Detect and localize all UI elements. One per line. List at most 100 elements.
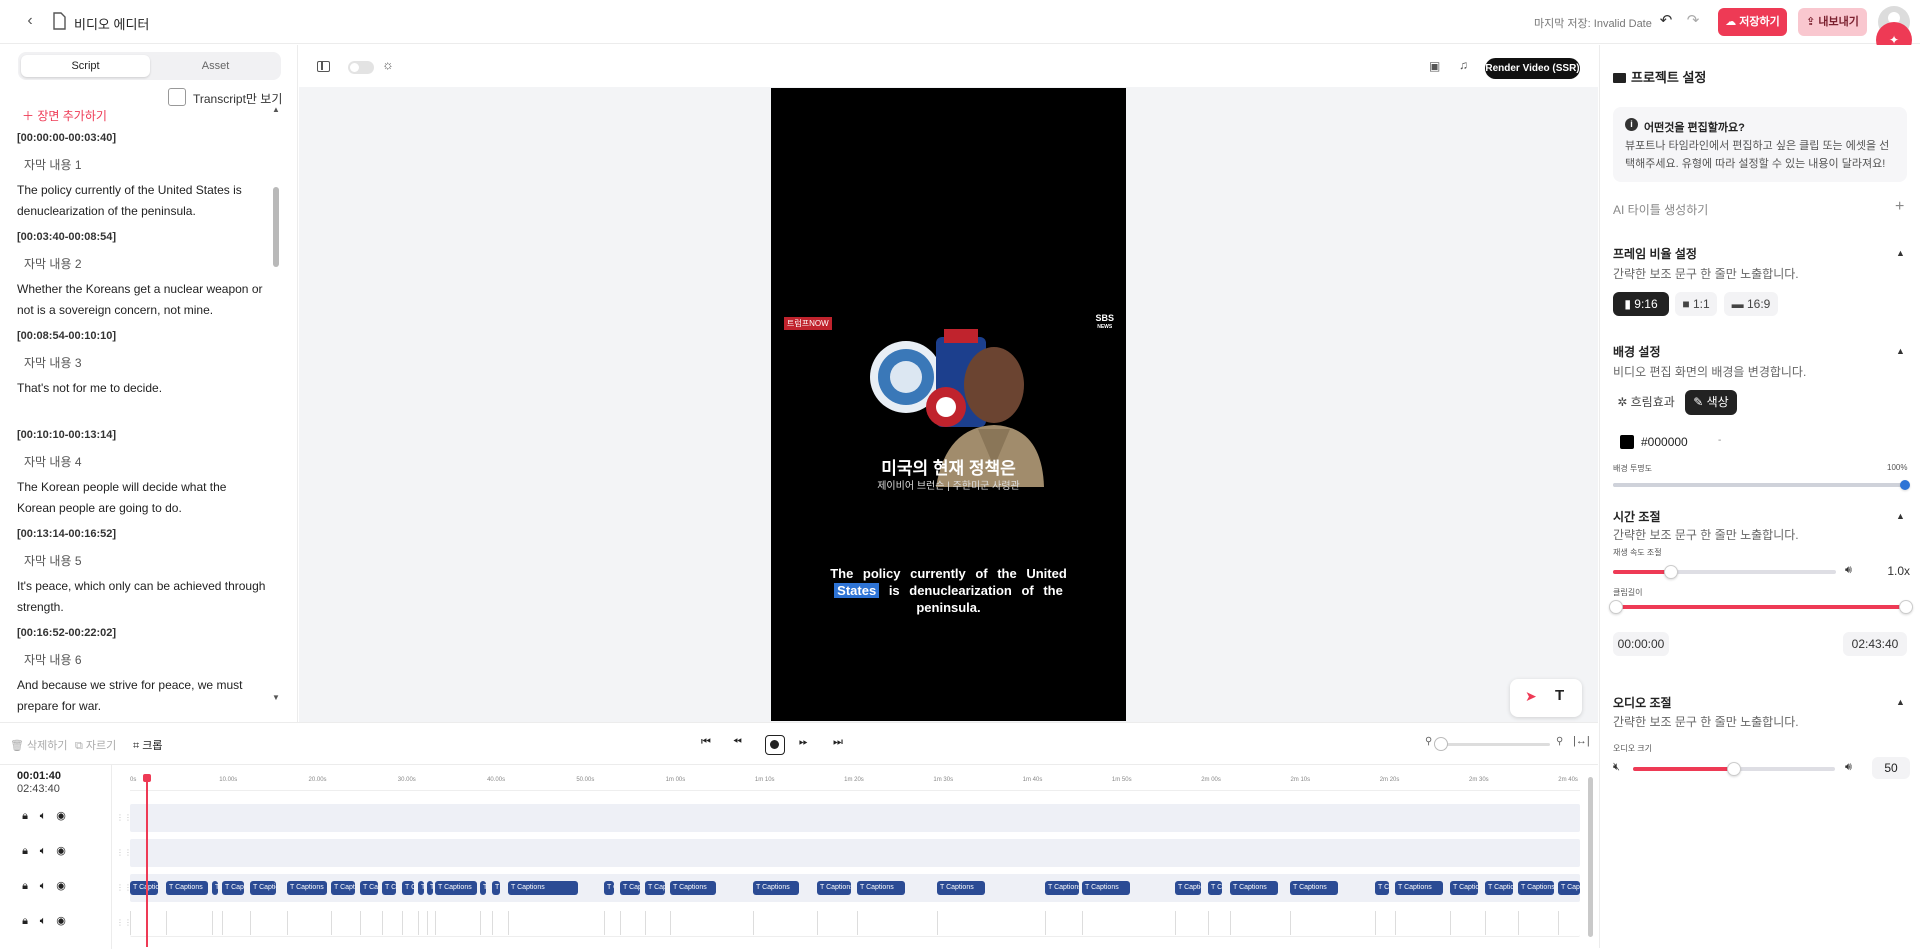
caption-clip[interactable]: T Captions — [492, 881, 500, 895]
audio-track[interactable] — [130, 909, 1580, 937]
add-scene-button[interactable]: ＋ 장면 추가하기 — [22, 107, 107, 124]
caption-clip[interactable]: T Captions — [1175, 881, 1201, 895]
slider-knob-start[interactable] — [1609, 600, 1623, 614]
scene-subtitle[interactable]: 자막 내용 3 — [24, 354, 267, 372]
track-row[interactable] — [130, 839, 1580, 867]
caption-clip[interactable]: T Captions — [427, 881, 433, 895]
scrollbar-thumb[interactable] — [273, 187, 279, 267]
zoom-in-icon[interactable]: ⚲ — [1556, 736, 1563, 747]
speaker-icon[interactable]: 🔈︎ — [35, 915, 51, 928]
slider-knob[interactable] — [1434, 737, 1448, 751]
eye-icon[interactable]: ◉ — [53, 879, 69, 892]
tab-script[interactable]: Script — [21, 55, 150, 77]
eye-icon[interactable]: ◉ — [53, 914, 69, 927]
speed-slider[interactable] — [1613, 565, 1836, 579]
lock-icon[interactable]: 🔒︎ — [17, 880, 33, 893]
eye-icon[interactable]: ◉ — [53, 809, 69, 822]
caption-clip[interactable]: T Captions — [1082, 881, 1130, 895]
sidebar-toggle-icon[interactable] — [317, 61, 330, 72]
volume-max-icon[interactable]: 🔊︎ — [1845, 761, 1852, 774]
slider-knob[interactable] — [1663, 565, 1678, 579]
caption-clip[interactable]: T Captions — [508, 881, 578, 895]
volume-slider[interactable] — [1633, 762, 1835, 776]
ratio-9-16-button[interactable]: ▮ 9:16 — [1613, 292, 1669, 316]
slider-knob[interactable] — [1900, 480, 1910, 490]
scene-subtitle[interactable]: 자막 내용 4 — [24, 453, 267, 471]
bell-icon[interactable]: ♫ — [1459, 58, 1468, 72]
caption-clip[interactable]: T Captions — [620, 881, 640, 895]
scene-item[interactable]: [00:00:00-00:03:40] 자막 내용 1 The policy c… — [17, 132, 267, 224]
clip-end-time[interactable]: 02:43:40 — [1843, 632, 1907, 656]
caption-clip[interactable]: T Captions — [287, 881, 327, 895]
fast-forward-icon[interactable]: ⏩︎ — [799, 736, 808, 749]
undo-icon[interactable]: ↶ — [1657, 12, 1675, 30]
lock-icon[interactable]: 🔒︎ — [17, 845, 33, 858]
caption-clip[interactable]: T Captions — [1395, 881, 1443, 895]
caption-clip[interactable]: T Captions — [604, 881, 614, 895]
caption-clip[interactable]: T Captions — [331, 881, 355, 895]
play-button[interactable] — [765, 735, 785, 755]
text-tool-icon[interactable]: T — [1555, 687, 1564, 704]
caption-clip[interactable]: T Captions — [1485, 881, 1513, 895]
skip-end-icon[interactable]: ⏭︎ — [833, 736, 843, 749]
plus-icon[interactable]: + — [1895, 198, 1904, 216]
bg-opacity-slider[interactable] — [1613, 480, 1910, 490]
video-caption[interactable]: The policy currently of the United State… — [803, 565, 1094, 616]
clip-start-time[interactable]: 00:00:00 — [1613, 632, 1669, 656]
volume-value[interactable]: 50 — [1872, 757, 1910, 779]
crop-button[interactable]: ⌗ 크롭 — [133, 737, 163, 753]
scene-text[interactable]: It's peace, which only can be achieved t… — [17, 576, 267, 620]
clip-length-slider[interactable] — [1609, 600, 1913, 614]
save-button[interactable]: ☁ 저장하기 — [1718, 8, 1787, 36]
video-preview[interactable]: 트럼프NOW SBS NEWS 미국의 현재 정책은 제이비어 브런슨 | 주한… — [771, 88, 1126, 721]
caption-clip[interactable]: T Captions — [1290, 881, 1338, 895]
scene-item[interactable]: [00:16:52-00:22:02] 자막 내용 6 And because … — [17, 627, 267, 715]
zoom-out-icon[interactable]: ⚲ — [1425, 736, 1432, 747]
script-scrollbar[interactable]: ▲ ▼ — [272, 105, 280, 705]
scene-subtitle[interactable]: 자막 내용 2 — [24, 255, 267, 273]
dropdown-icon[interactable]: - — [1718, 435, 1721, 446]
scroll-down-icon[interactable]: ▼ — [272, 693, 280, 703]
render-video-button[interactable]: Render Video (SSR) — [1485, 58, 1580, 79]
export-button[interactable]: ⇪ 내보내기 — [1798, 8, 1867, 36]
blur-button[interactable]: ✲ 흐림효과 — [1613, 390, 1679, 415]
speaker-icon[interactable]: 🔈︎ — [35, 845, 51, 858]
collapse-icon[interactable]: ▲ — [1896, 346, 1905, 356]
caption-clip[interactable]: T Captions — [937, 881, 985, 895]
mute-icon[interactable]: 🔇︎ — [1613, 761, 1620, 774]
color-button[interactable]: ✎ 색상 — [1685, 390, 1737, 415]
caption-clip[interactable]: T Captions — [1208, 881, 1222, 895]
caption-clip[interactable]: T Captions — [435, 881, 477, 895]
scene-subtitle[interactable]: 자막 내용 1 — [24, 156, 267, 174]
caption-clip[interactable]: T Captions — [166, 881, 208, 895]
scene-text[interactable]: Whether the Koreans get a nuclear weapon… — [17, 279, 267, 323]
collapse-icon[interactable]: ▲ — [1896, 248, 1905, 258]
slider-knob-end[interactable] — [1899, 600, 1913, 614]
skip-start-icon[interactable]: ⏮︎ — [701, 736, 711, 749]
tab-asset[interactable]: Asset — [151, 55, 280, 77]
rewind-icon[interactable]: ⏪︎ — [733, 736, 742, 749]
speaker-icon[interactable]: 🔈︎ — [35, 810, 51, 823]
lock-icon[interactable]: 🔒︎ — [17, 810, 33, 823]
redo-icon[interactable]: ↷ — [1684, 12, 1702, 30]
scene-text[interactable]: The Korean people will decide what the K… — [17, 477, 267, 521]
lock-icon[interactable]: 🔒︎ — [17, 915, 33, 928]
caption-clip[interactable]: T Captions — [1518, 881, 1554, 895]
caption-clip[interactable]: T Captions — [250, 881, 276, 895]
caption-clip[interactable]: T Captions — [1558, 881, 1580, 895]
transcript-only-checkbox[interactable] — [168, 88, 186, 106]
collapse-icon[interactable]: ▲ — [1896, 511, 1905, 521]
caption-clip[interactable]: T Captions — [360, 881, 378, 895]
scene-text[interactable]: The policy currently of the United State… — [17, 180, 267, 224]
scene-item[interactable]: [00:08:54-00:10:10] 자막 내용 3 That's not f… — [17, 330, 267, 422]
scene-subtitle[interactable]: 자막 내용 5 — [24, 552, 267, 570]
caption-clip[interactable]: T Captions — [382, 881, 396, 895]
scene-text[interactable]: And because we strive for peace, we must… — [17, 675, 267, 715]
timeline-scrollbar[interactable] — [1588, 777, 1593, 937]
zoom-slider[interactable] — [1434, 737, 1550, 751]
color-hex-value[interactable]: #000000 — [1641, 435, 1688, 449]
ai-title-label[interactable]: AI 타이틀 생성하기 — [1613, 201, 1708, 218]
caption-clip[interactable]: T Captions — [670, 881, 716, 895]
theme-toggle[interactable] — [348, 61, 374, 74]
ratio-16-9-button[interactable]: ▬ 16:9 — [1724, 292, 1778, 316]
